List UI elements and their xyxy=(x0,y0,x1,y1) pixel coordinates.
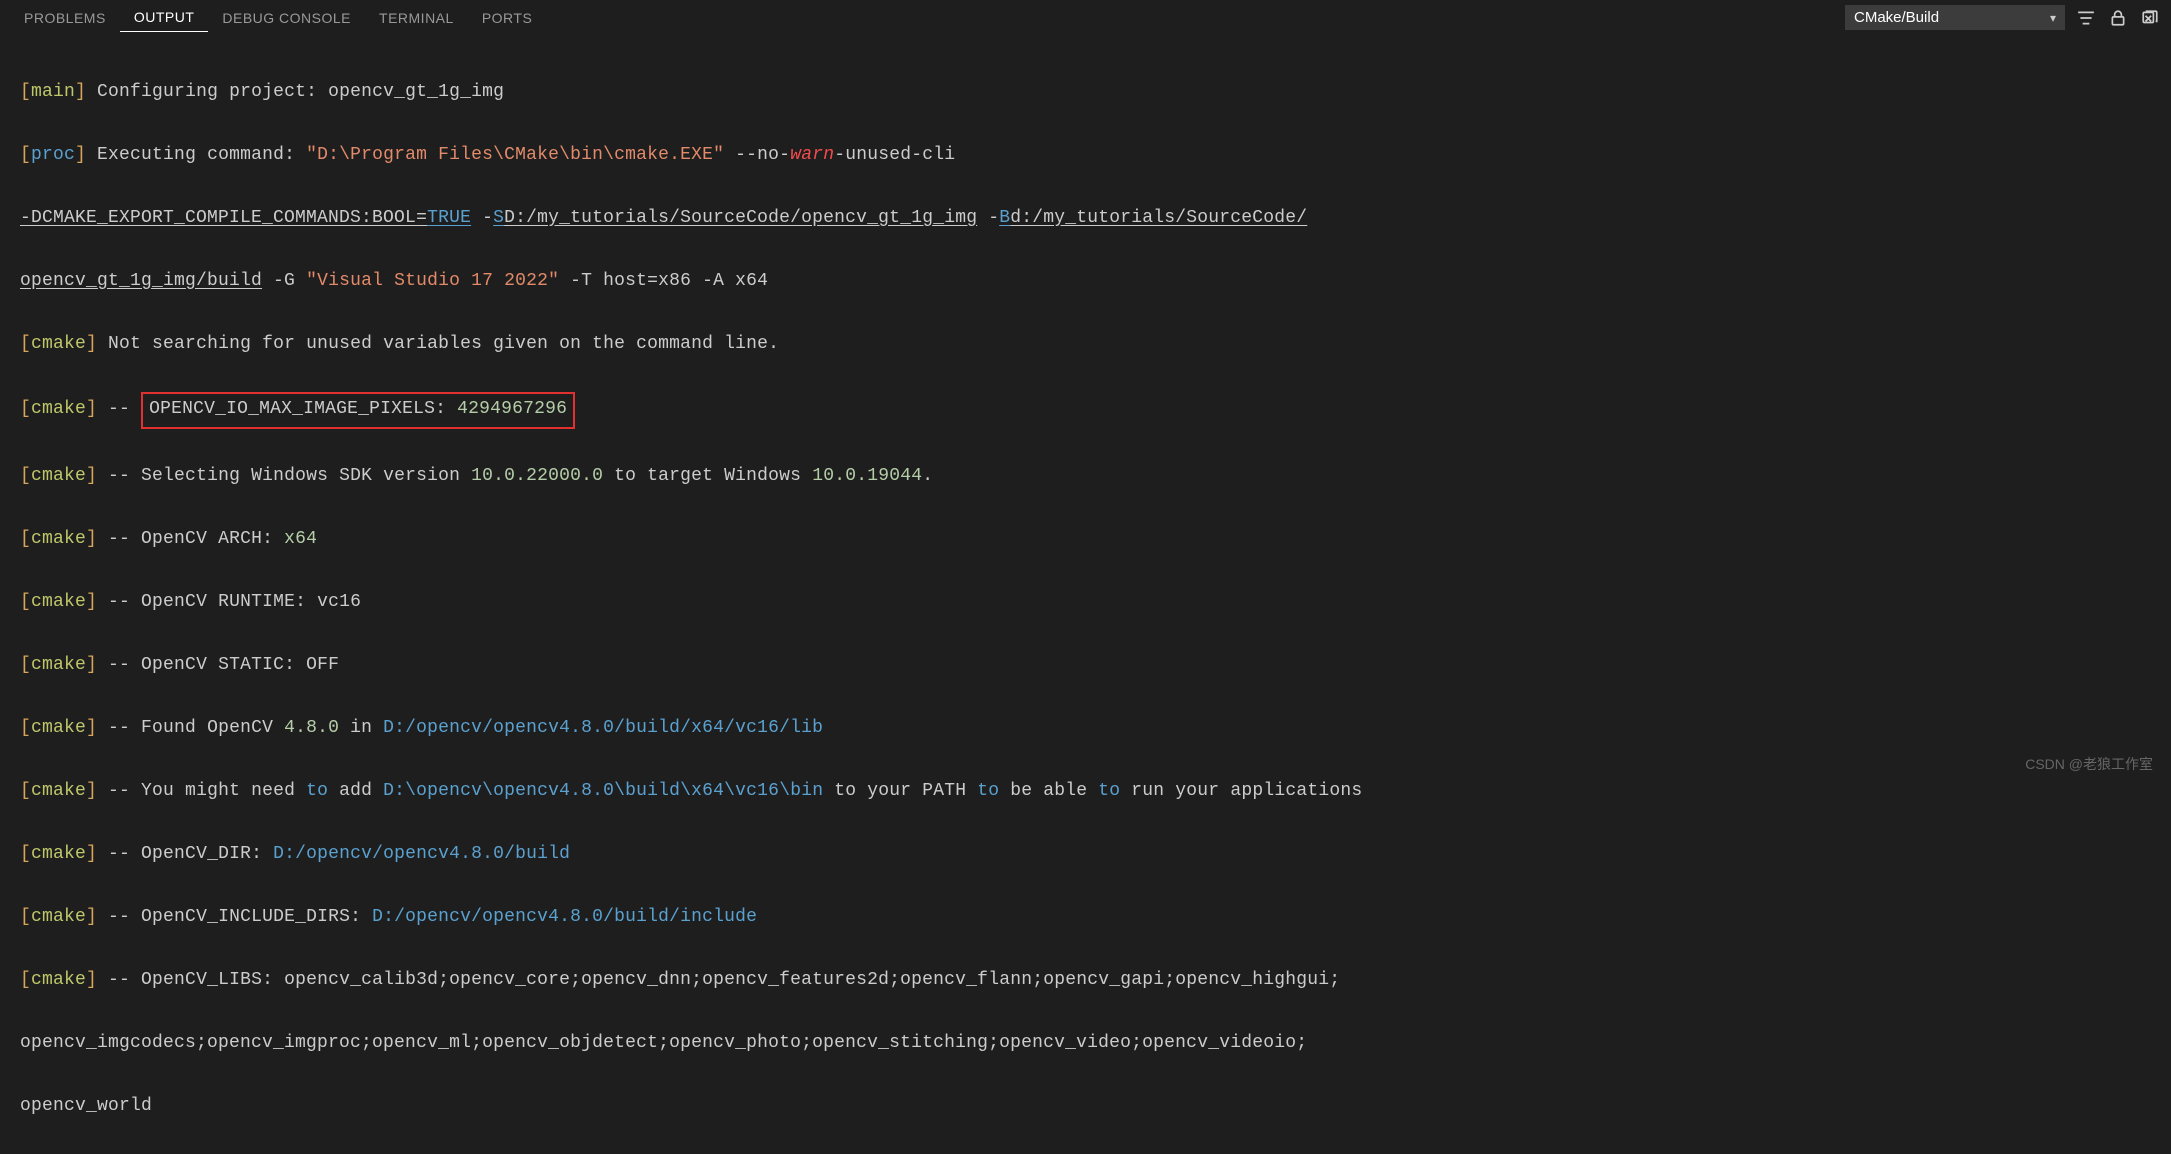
dropdown-selection: CMake/Build xyxy=(1854,9,1939,26)
output-line: [proc] Executing command: "D:\Program Fi… xyxy=(20,140,2151,172)
tab-output[interactable]: OUTPUT xyxy=(120,3,209,32)
output-line: [cmake] -- OpenCV_DIR: D:/opencv/opencv4… xyxy=(20,839,2151,871)
output-line: opencv_world xyxy=(20,1091,2151,1123)
tab-debug-console[interactable]: DEBUG CONSOLE xyxy=(208,4,365,32)
tab-terminal[interactable]: TERMINAL xyxy=(365,4,468,32)
output-line: [cmake] -- You might need to add D:\open… xyxy=(20,776,2151,808)
panel-tabbar: PROBLEMS OUTPUT DEBUG CONSOLE TERMINAL P… xyxy=(0,0,2171,35)
panel-actions: CMake/Build ▾ xyxy=(1845,5,2161,30)
output-line: [cmake] Not searching for unused variabl… xyxy=(20,329,2151,361)
output-line: [cmake] -- OPENCV_IO_MAX_IMAGE_PIXELS: 4… xyxy=(20,392,2151,430)
lock-icon[interactable] xyxy=(2107,7,2129,29)
output-panel[interactable]: [main] Configuring project: opencv_gt_1g… xyxy=(0,35,2171,1154)
output-line: [cmake] -- OpenCV ARCH: x64 xyxy=(20,524,2151,556)
filter-icon[interactable] xyxy=(2075,7,2097,29)
output-line: [cmake] -- OpenCV RUNTIME: vc16 xyxy=(20,587,2151,619)
output-line: [main] Configuring project: opencv_gt_1g… xyxy=(20,77,2151,109)
chevron-down-icon: ▾ xyxy=(2050,11,2056,25)
tab-ports[interactable]: PORTS xyxy=(468,4,546,32)
output-line: opencv_gt_1g_img/build -G "Visual Studio… xyxy=(20,266,2151,298)
output-line: opencv_imgcodecs;opencv_imgproc;opencv_m… xyxy=(20,1028,2151,1060)
tab-problems[interactable]: PROBLEMS xyxy=(10,4,120,32)
output-line: [cmake] -- Selecting Windows SDK version… xyxy=(20,461,2151,493)
watermark: CSDN @老狼工作室 xyxy=(2025,754,2153,774)
output-line: -DCMAKE_EXPORT_COMPILE_COMMANDS:BOOL=TRU… xyxy=(20,203,2151,235)
output-line: [cmake] -- OpenCV STATIC: OFF xyxy=(20,650,2151,682)
output-channel-dropdown[interactable]: CMake/Build ▾ xyxy=(1845,5,2065,30)
output-line: [cmake] -- OpenCV_INCLUDE_DIRS: D:/openc… xyxy=(20,902,2151,934)
output-line: [cmake] -- Found OpenCV 4.8.0 in D:/open… xyxy=(20,713,2151,745)
output-line: [cmake] -- OpenCV_LIBS: opencv_calib3d;o… xyxy=(20,965,2151,997)
highlighted-box: OPENCV_IO_MAX_IMAGE_PIXELS: 4294967296 xyxy=(141,392,575,430)
clear-output-icon[interactable] xyxy=(2139,7,2161,29)
